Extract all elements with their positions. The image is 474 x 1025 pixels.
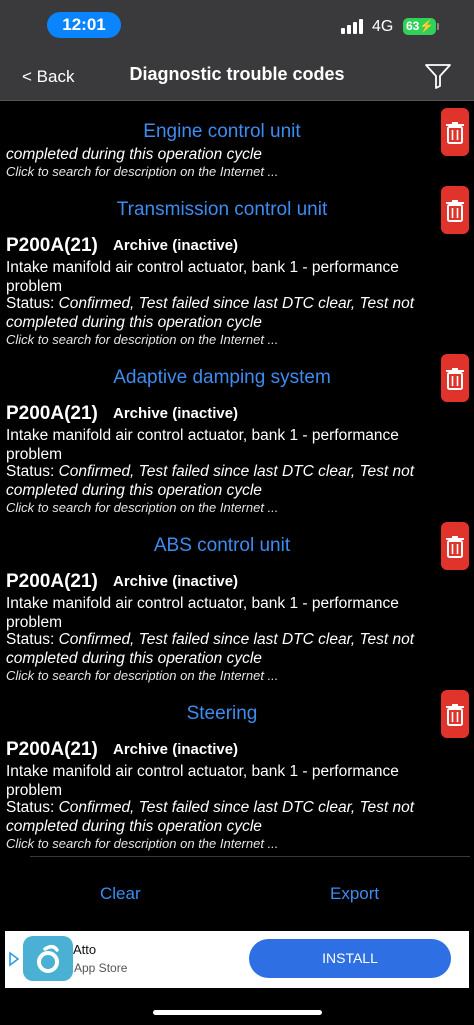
ad-banner[interactable]: Atto App Store INSTALL xyxy=(5,931,469,988)
ad-app-name: Atto xyxy=(73,942,97,957)
install-button[interactable]: INSTALL xyxy=(249,939,451,978)
network-type: 4G xyxy=(372,18,394,35)
dtc-code[interactable]: P200A(21) xyxy=(6,403,98,425)
dtc-status-label: Status: xyxy=(6,463,59,480)
delete-button[interactable] xyxy=(441,354,469,402)
trash-icon xyxy=(446,122,464,144)
dtc-status: Status: Confirmed, Test failed since las… xyxy=(6,463,446,500)
dtc-archive-state: Archive (inactive) xyxy=(113,237,239,254)
dtc-archive-state: Archive (inactive) xyxy=(113,573,239,590)
unit-title: Engine control unit xyxy=(143,121,301,142)
signal-icon xyxy=(341,18,365,34)
dtc-status-value: Confirmed, Test failed since last DTC cl… xyxy=(6,799,415,835)
dtc-code[interactable]: P200A(21) xyxy=(6,235,98,257)
unit-title: ABS control unit xyxy=(153,535,291,556)
dtc-description: Intake manifold air control actuator, ba… xyxy=(6,763,399,799)
dtc-description: Intake manifold air control actuator, ba… xyxy=(6,259,399,295)
dtc-status: Status: Confirmed, Test failed since las… xyxy=(6,295,446,332)
search-hint-link[interactable]: Click to search for description on the I… xyxy=(6,164,278,179)
status-time: 12:01 xyxy=(47,12,121,38)
dtc-description: Intake manifold air control actuator, ba… xyxy=(6,427,399,463)
app-logo xyxy=(23,936,73,981)
search-hint-link[interactable]: Click to search for description on the I… xyxy=(6,332,278,347)
dtc-status-value: Confirmed, Test failed since last DTC cl… xyxy=(6,295,415,331)
status-bar: 12:01 4G 63⚡ xyxy=(0,0,474,50)
trash-icon xyxy=(446,200,464,222)
dtc-status-value: Confirmed, Test failed since last DTC cl… xyxy=(6,631,415,667)
trash-icon xyxy=(446,704,464,726)
page-title: Diagnostic trouble codes xyxy=(129,64,345,84)
search-hint-link[interactable]: Click to search for description on the I… xyxy=(6,500,278,515)
ad-store-label: App Store xyxy=(74,961,128,975)
trash-icon xyxy=(446,536,464,558)
trash-icon xyxy=(446,368,464,390)
dtc-description: Intake manifold air control actuator, ba… xyxy=(6,595,399,631)
clear-button[interactable]: Clear xyxy=(100,884,141,904)
unit-title: Steering xyxy=(186,703,258,724)
dtc-status-label: Status: xyxy=(6,631,59,648)
delete-button[interactable] xyxy=(441,522,469,570)
dtc-archive-state: Archive (inactive) xyxy=(113,741,239,758)
battery-icon: 63⚡ xyxy=(403,18,436,35)
nav-bar: < Back Diagnostic trouble codes xyxy=(0,50,474,101)
dtc-archive-state: Archive (inactive) xyxy=(113,405,239,422)
export-button[interactable]: Export xyxy=(330,884,379,904)
dtc-status: completed during this operation cycle xyxy=(6,146,446,165)
dtc-status-value: completed during this operation cycle xyxy=(6,146,262,163)
search-hint-link[interactable]: Click to search for description on the I… xyxy=(6,836,278,851)
dtc-status: Status: Confirmed, Test failed since las… xyxy=(6,631,446,668)
dtc-status: Status: Confirmed, Test failed since las… xyxy=(6,799,446,836)
dtc-code[interactable]: P200A(21) xyxy=(6,739,98,761)
unit-title: Adaptive damping system xyxy=(113,367,331,388)
unit-title: Transmission control unit xyxy=(116,199,328,220)
dtc-code[interactable]: P200A(21) xyxy=(6,571,98,593)
dtc-status-label: Status: xyxy=(6,799,59,816)
delete-button[interactable] xyxy=(441,690,469,738)
dtc-list[interactable]: Engine control unit completed during thi… xyxy=(0,101,474,856)
filter-icon[interactable] xyxy=(424,62,452,90)
dtc-status-value: Confirmed, Test failed since last DTC cl… xyxy=(6,463,415,499)
home-indicator[interactable] xyxy=(153,1010,322,1015)
search-hint-link[interactable]: Click to search for description on the I… xyxy=(6,668,278,683)
delete-button[interactable] xyxy=(441,186,469,234)
dtc-status-label: Status: xyxy=(6,295,59,312)
battery-tip xyxy=(437,23,439,30)
divider xyxy=(30,856,470,857)
battery-level: 63 xyxy=(406,19,420,33)
ad-choices-icon[interactable] xyxy=(8,949,20,973)
